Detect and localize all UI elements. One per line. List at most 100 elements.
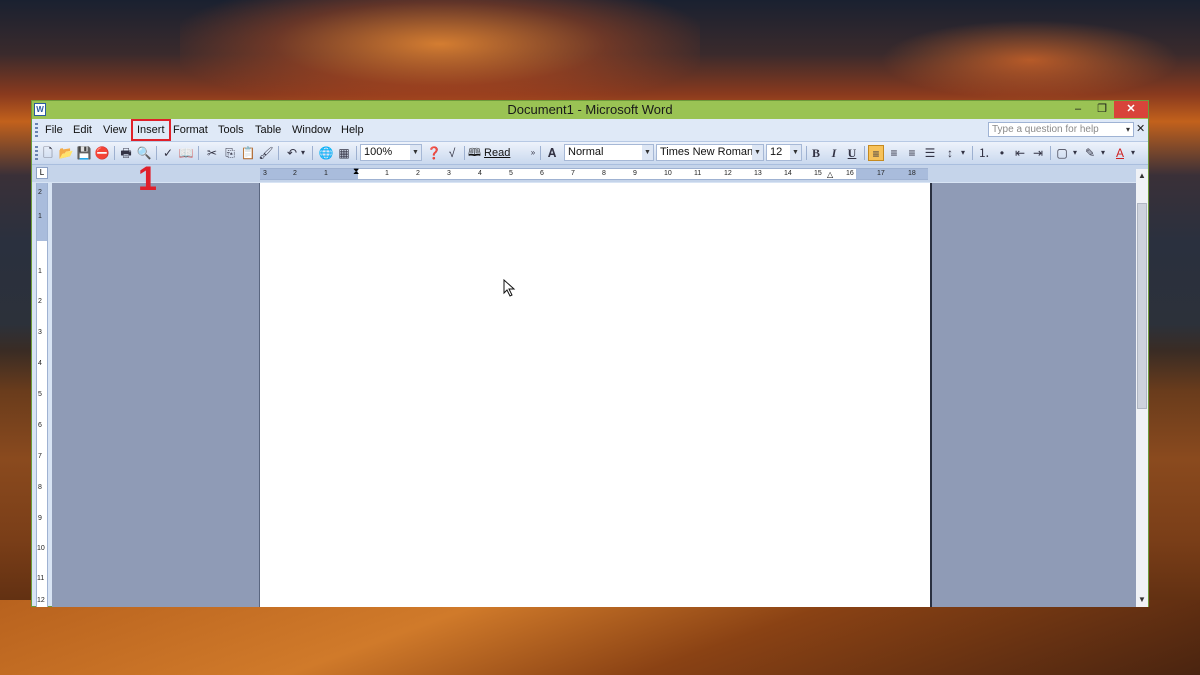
- permission-icon[interactable]: ⛔: [94, 145, 110, 161]
- ruler-label: 8: [602, 170, 606, 177]
- style-select[interactable]: Normal ▼: [564, 144, 654, 161]
- chevron-down-icon[interactable]: ▼: [752, 145, 763, 160]
- ruler-label: 11: [694, 170, 702, 177]
- chevron-down-icon[interactable]: ▼: [410, 145, 421, 160]
- line-spacing-icon[interactable]: ↕: [942, 145, 958, 161]
- first-line-indent-marker[interactable]: ⧗: [353, 167, 359, 176]
- word-window: W Document1 - Microsoft Word – ❐ ✕ File …: [31, 100, 1149, 607]
- toolbar-separator: [464, 146, 465, 160]
- ruler-label: 14: [784, 170, 792, 177]
- document-page[interactable]: [259, 183, 932, 607]
- minimize-button[interactable]: –: [1066, 101, 1090, 118]
- align-left-icon[interactable]: ≡: [868, 145, 884, 161]
- bold-button[interactable]: B: [808, 145, 824, 161]
- menu-file[interactable]: File: [42, 122, 66, 138]
- scrollbar-thumb[interactable]: [1137, 203, 1147, 409]
- toolbar-separator: [278, 146, 279, 160]
- print-icon[interactable]: 🖶: [118, 145, 134, 161]
- menu-grip-handle[interactable]: [35, 123, 38, 137]
- scroll-up-icon[interactable]: ▲: [1136, 169, 1148, 183]
- ruler-label: 2: [293, 170, 297, 177]
- font-value: Times New Roman: [660, 146, 754, 158]
- ruler-label: 15: [814, 170, 822, 177]
- open-icon[interactable]: 📂: [58, 145, 74, 161]
- help-search-input[interactable]: Type a question for help: [988, 122, 1134, 137]
- scroll-down-icon[interactable]: ▼: [1136, 593, 1148, 607]
- print-preview-icon[interactable]: 🔍: [136, 145, 152, 161]
- ruler-label: 12: [724, 170, 732, 177]
- left-margin-area: [260, 169, 358, 179]
- toolbar-separator: [198, 146, 199, 160]
- font-color-icon[interactable]: A: [1112, 145, 1128, 161]
- tab-selector[interactable]: L: [36, 167, 48, 179]
- close-button[interactable]: ✕: [1114, 101, 1148, 118]
- underline-button[interactable]: U: [844, 145, 860, 161]
- menu-table[interactable]: Table: [252, 122, 284, 138]
- paste-icon[interactable]: 📋: [240, 145, 256, 161]
- ruler-label: 3: [263, 170, 267, 177]
- increase-indent-icon[interactable]: ⇥: [1030, 145, 1046, 161]
- font-size-select[interactable]: 12 ▼: [766, 144, 802, 161]
- border-icon[interactable]: ▢: [1054, 145, 1070, 161]
- menu-bar: File Edit View Insert Format Tools Table…: [32, 119, 1148, 142]
- chevron-down-icon[interactable]: ▼: [642, 145, 653, 160]
- menu-window[interactable]: Window: [289, 122, 334, 138]
- align-right-icon[interactable]: ≡: [904, 145, 920, 161]
- help-dropdown-icon[interactable]: ▾: [1122, 122, 1134, 137]
- toolbar-separator: [114, 146, 115, 160]
- font-size-value: 12: [770, 146, 783, 158]
- ruler-label: 16: [846, 170, 854, 177]
- justify-icon[interactable]: ☰: [922, 145, 938, 161]
- new-icon[interactable]: 🗋: [40, 145, 56, 161]
- undo-dropdown-icon[interactable]: ▾: [298, 145, 308, 161]
- ruler-label: 17: [877, 170, 885, 177]
- italic-button[interactable]: I: [826, 145, 842, 161]
- research-icon[interactable]: 📖: [178, 145, 194, 161]
- zoom-select[interactable]: 100% ▼: [360, 144, 422, 161]
- vertical-ruler[interactable]: 2 1 1 2 3 4 5 6 7 8 9 10 11 12: [36, 183, 48, 607]
- menu-help[interactable]: Help: [338, 122, 367, 138]
- spelling-icon[interactable]: ✓: [160, 145, 176, 161]
- read-button[interactable]: 🕮 Read: [468, 145, 510, 161]
- save-icon[interactable]: 💾: [76, 145, 92, 161]
- menu-tools[interactable]: Tools: [215, 122, 247, 138]
- copy-icon[interactable]: ⎘: [222, 145, 238, 161]
- sky-glow: [180, 0, 700, 110]
- center-icon[interactable]: ≡: [886, 145, 902, 161]
- chevron-down-icon[interactable]: ▼: [790, 145, 801, 160]
- restore-button[interactable]: ❐: [1090, 101, 1114, 118]
- vruler-label: 2: [38, 298, 42, 305]
- numbering-icon[interactable]: ⒈: [976, 145, 992, 161]
- highlight-dropdown-icon[interactable]: ▾: [1098, 145, 1108, 161]
- highlight-icon[interactable]: ✎: [1082, 145, 1098, 161]
- styles-icon[interactable]: 𝐀: [544, 145, 560, 161]
- ruler-label: 10: [664, 170, 672, 177]
- font-select[interactable]: Times New Roman ▼: [656, 144, 764, 161]
- toolbar-separator: [156, 146, 157, 160]
- document-close-icon[interactable]: ✕: [1136, 122, 1146, 137]
- equation-icon[interactable]: √: [444, 145, 460, 161]
- bullets-icon[interactable]: •: [994, 145, 1010, 161]
- vertical-scrollbar[interactable]: ▲ ▼: [1136, 169, 1148, 607]
- vruler-label: 12: [37, 597, 45, 604]
- decrease-indent-icon[interactable]: ⇤: [1012, 145, 1028, 161]
- menu-view[interactable]: View: [100, 122, 130, 138]
- help-icon[interactable]: ❓: [426, 145, 442, 161]
- toolbar-grip-handle[interactable]: [35, 146, 38, 160]
- line-spacing-dropdown-icon[interactable]: ▾: [958, 145, 968, 161]
- border-dropdown-icon[interactable]: ▾: [1070, 145, 1080, 161]
- toolbar-separator: [864, 146, 865, 160]
- font-color-dropdown-icon[interactable]: ▾: [1128, 145, 1138, 161]
- right-indent-marker[interactable]: △: [827, 171, 833, 179]
- table-icon[interactable]: ▦: [336, 145, 352, 161]
- menu-insert[interactable]: Insert: [131, 119, 171, 141]
- horizontal-ruler[interactable]: 3 2 1 ⧗ 1 2 3 4 5 6 7 8 9 10 11 12 13 14…: [260, 167, 928, 180]
- document-workspace: [52, 183, 1136, 607]
- hyperlink-icon[interactable]: 🌐: [318, 145, 334, 161]
- toolbar-options-icon[interactable]: »: [528, 145, 538, 161]
- cut-icon[interactable]: ✂: [204, 145, 220, 161]
- menu-edit[interactable]: Edit: [70, 122, 95, 138]
- format-painter-icon[interactable]: 🖌: [258, 145, 274, 161]
- menu-format[interactable]: Format: [170, 122, 211, 138]
- ruler-label: 13: [754, 170, 762, 177]
